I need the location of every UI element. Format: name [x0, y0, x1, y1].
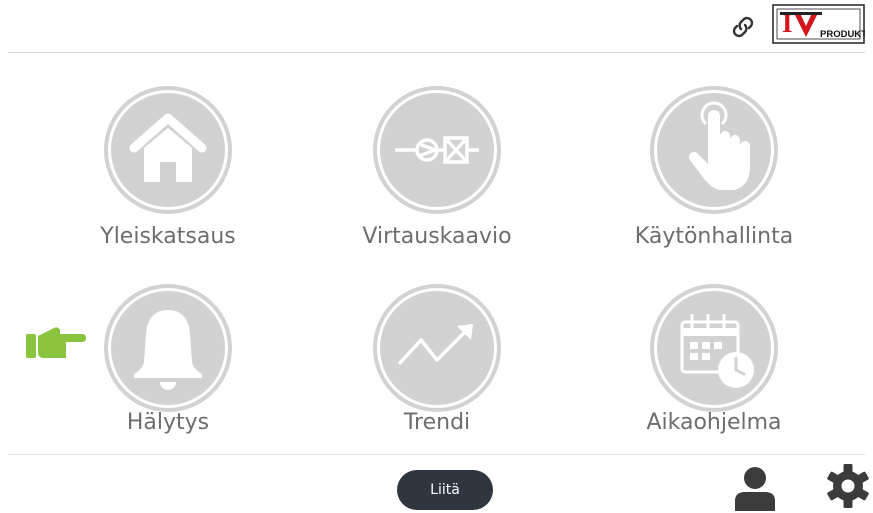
tile-kaytonhallinta[interactable]: Käytönhallinta: [594, 86, 834, 256]
touch-hand-icon: [689, 101, 750, 190]
home-icon: [129, 113, 207, 182]
tile-label: Hälytys: [126, 410, 210, 435]
tile-label: Trendi: [403, 410, 471, 435]
gear-icon[interactable]: [825, 463, 871, 509]
user-icon[interactable]: [733, 465, 777, 511]
tile-circle: [104, 284, 232, 412]
tile-trendi[interactable]: Trendi: [317, 284, 557, 454]
svg-text:PRODUKT: PRODUKT: [820, 29, 865, 40]
tile-label: Aikaohjelma: [646, 410, 782, 435]
tile-virtauskaavio[interactable]: Virtauskaavio: [317, 86, 557, 256]
tile-label: Käytönhallinta: [634, 224, 794, 249]
tile-yleiskatsaus[interactable]: Yleiskatsaus: [48, 86, 288, 256]
calendar-clock-icon: [680, 314, 754, 388]
trend-chart-icon: [397, 324, 473, 366]
top-divider: [8, 52, 865, 53]
tile-halytys[interactable]: Hälytys: [48, 284, 288, 454]
tile-circle: [373, 284, 501, 412]
tile-label: Virtauskaavio: [362, 224, 512, 249]
flow-diagram-icon: [395, 136, 479, 164]
tile-label: Yleiskatsaus: [100, 224, 236, 249]
tile-circle: [104, 86, 232, 214]
tile-aikaohjelma[interactable]: Aikaohjelma: [594, 284, 834, 454]
attach-button[interactable]: Liitä: [397, 470, 493, 510]
tile-circle: [373, 86, 501, 214]
bottom-divider: [8, 454, 865, 455]
tile-circle: [650, 284, 778, 412]
tile-circle: [650, 86, 778, 214]
iv-produkt-logo: I PRODUKT: [772, 4, 865, 44]
bell-icon: [134, 310, 202, 390]
top-bar: I PRODUKT: [0, 0, 873, 52]
link-icon[interactable]: [730, 14, 756, 40]
